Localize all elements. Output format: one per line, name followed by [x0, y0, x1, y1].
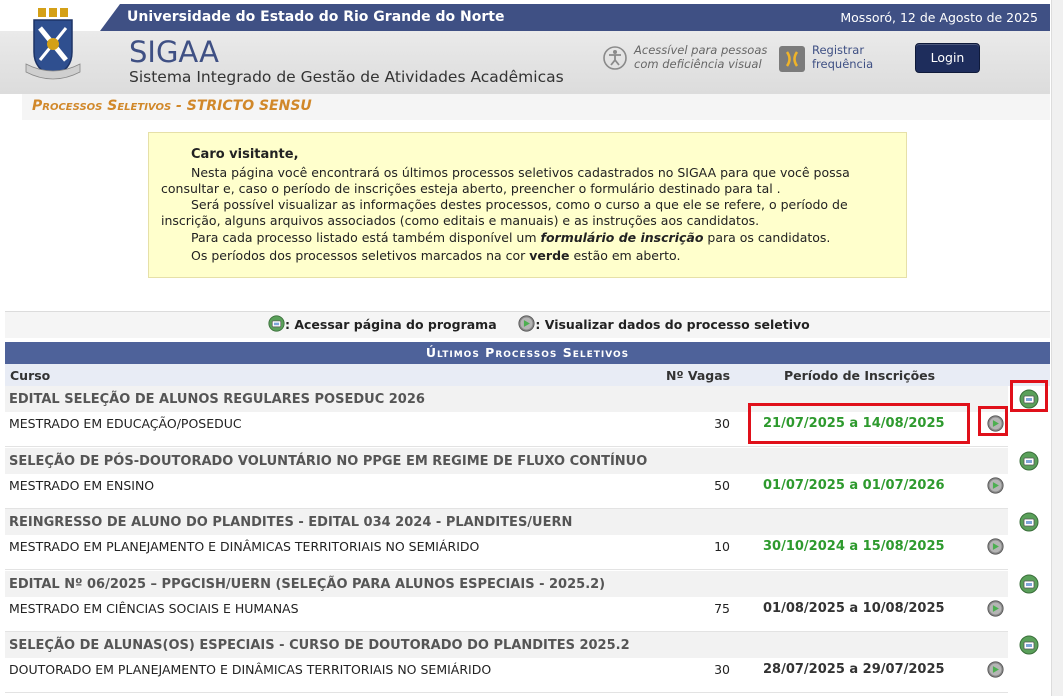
inscription-period: 01/08/2025 a 10/08/2025 [763, 601, 945, 616]
page-title: Processos Seletivos - STRICTO SENSU [32, 98, 312, 114]
vagas-count: 10 [714, 539, 730, 554]
accessibility-link[interactable]: Acessível para pessoas com deficiência v… [634, 43, 767, 71]
accessibility-line-2: com deficiência visual [634, 57, 762, 71]
highlight-view-icon [978, 406, 1008, 436]
info-greeting: Caro visitante, [191, 147, 299, 162]
view-process-icon[interactable] [987, 600, 1004, 617]
login-button[interactable]: Login [915, 43, 980, 73]
info-paragraph-4: Os períodos dos processos seletivos marc… [161, 248, 901, 264]
legend-view-text: : Visualizar dados do processo seletivo [535, 317, 810, 332]
header-period: Período de Inscrições [784, 368, 936, 383]
table-caption: Últimos Processos Seletivos [5, 342, 1050, 364]
view-process-icon[interactable] [987, 538, 1004, 555]
vagas-count: 30 [714, 662, 730, 677]
program-page-icon[interactable] [1019, 635, 1039, 655]
info-p4-c: estão em aberto. [569, 248, 681, 263]
vagas-count: 75 [714, 601, 730, 616]
info-p4-a: Os períodos dos processos seletivos marc… [191, 248, 530, 263]
accessibility-line-1: Acessível para pessoas [634, 43, 768, 57]
course-name: MESTRADO EM CIÊNCIAS SOCIAIS E HUMANAS [9, 601, 299, 616]
program-page-icon[interactable] [1019, 451, 1039, 471]
process-title: REINGRESSO DE ALUNO DO PLANDITES - EDITA… [9, 515, 573, 530]
legend-program-text: : Acessar página do programa [285, 317, 497, 332]
inscription-period: 30/10/2024 a 15/08/2025 [763, 539, 945, 554]
process-title: EDITAL Nº 06/2025 – PPGCISH/UERN (SELEÇÃ… [9, 577, 606, 592]
accessibility-icon[interactable] [603, 46, 627, 70]
university-name: Universidade do Estado do Rio Grande do … [127, 9, 505, 25]
course-name: MESTRADO EM PLANEJAMENTO E DINÂMICAS TER… [9, 539, 480, 554]
course-name: MESTRADO EM ENSINO [9, 478, 155, 493]
info-box: Caro visitante, Nesta página você encont… [148, 132, 907, 278]
page-scrollbar[interactable] [1051, 0, 1063, 696]
uern-logo [25, 8, 81, 80]
program-page-icon [268, 315, 285, 332]
program-page-icon[interactable] [1019, 512, 1039, 532]
info-p3-b: formulário de inscrição [540, 230, 704, 245]
program-page-icon[interactable] [1019, 574, 1039, 594]
register-frequency-link[interactable]: Registrar frequência [812, 43, 873, 71]
app-subtitle: Sistema Integrado de Gestão de Atividade… [129, 68, 564, 86]
top-bar-notch [100, 4, 120, 31]
info-p4-b: verde [529, 248, 570, 263]
process-title: EDITAL SELEÇÃO DE ALUNOS REGULARES POSED… [9, 392, 425, 407]
highlight-program-icon [1010, 380, 1048, 412]
process-title: SELEÇÃO DE PÓS-DOUTORADO VOLUNTÁRIO NO P… [9, 454, 648, 469]
header-course: Curso [10, 368, 51, 383]
inscription-period: 28/07/2025 a 29/07/2025 [763, 662, 945, 677]
highlight-period [748, 403, 970, 444]
legend: : Acessar página do programa : Visualiza… [268, 315, 810, 332]
vagas-count: 30 [714, 416, 730, 431]
view-process-icon[interactable] [987, 477, 1004, 494]
info-p3-a: Para cada processo listado está também d… [191, 230, 541, 245]
inscription-period: 01/07/2025 a 01/07/2026 [763, 478, 945, 493]
app-title: SIGAA [129, 35, 219, 69]
vagas-count: 50 [714, 478, 730, 493]
process-title: SELEÇÃO DE ALUNAS(OS) ESPECIAIS - CURSO … [9, 638, 630, 653]
info-paragraph-1: Nesta página você encontrará os últimos … [161, 165, 850, 196]
header-vagas: Nº Vagas [666, 368, 731, 383]
current-date: Mossoró, 12 de Agosto de 2025 [840, 10, 1038, 25]
info-p3-c: para os candidatos. [703, 230, 831, 245]
course-name: DOUTORADO EM PLANEJAMENTO E DINÂMICAS TE… [9, 662, 492, 677]
view-process-icon [518, 315, 535, 332]
info-paragraph-2: Será possível visualizar as informações … [161, 197, 848, 228]
view-process-icon[interactable] [987, 661, 1004, 678]
frequency-icon[interactable] [779, 46, 805, 72]
course-name: MESTRADO EM EDUCAÇÃO/POSEDUC [9, 416, 242, 431]
register-line-1: Registrar [812, 43, 865, 57]
register-line-2: frequência [812, 57, 874, 71]
info-paragraph-3: Para cada processo listado está também d… [161, 230, 901, 246]
